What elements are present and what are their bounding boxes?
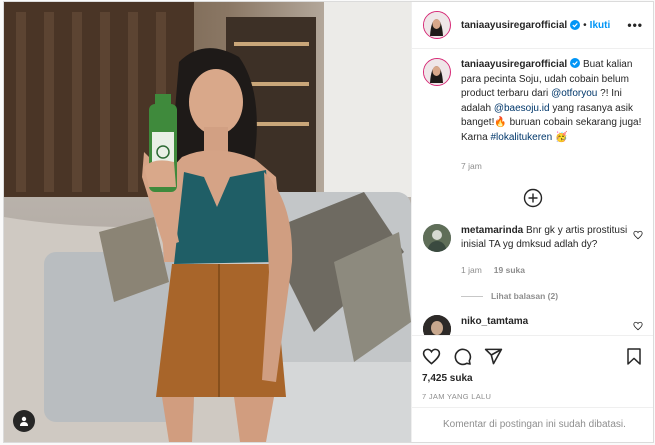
avatar[interactable] xyxy=(423,315,451,335)
comment-item: metamarinda Bnr gk y artis prostitusi in… xyxy=(423,223,643,278)
heart-icon[interactable] xyxy=(633,321,643,331)
post-header: taniaayusiregarofficial • Ikuti ••• xyxy=(412,2,653,49)
post-actions: 7,425 suka 7 JAM YANG LALU xyxy=(412,335,653,401)
post-image xyxy=(4,2,411,442)
comment-username[interactable]: niko_tamtama xyxy=(461,316,528,327)
heart-icon xyxy=(422,348,441,365)
share-icon xyxy=(484,348,503,364)
like-button[interactable] xyxy=(422,347,441,366)
comment-username[interactable]: metamarinda xyxy=(461,225,523,236)
avatar[interactable] xyxy=(423,11,451,39)
comments-list[interactable]: taniaayusiregarofficial Buat kalian para… xyxy=(412,50,653,335)
avatar[interactable] xyxy=(423,58,451,86)
comment-meta: 1 jam 19 suka xyxy=(461,263,633,278)
share-button[interactable] xyxy=(484,347,503,366)
bookmark-icon xyxy=(627,347,641,365)
likes-count[interactable]: 7,425 suka xyxy=(422,373,643,384)
view-replies-button[interactable]: Lihat balasan (2) xyxy=(461,291,643,301)
comment-body: niko_tamtama xyxy=(461,315,633,335)
post-author-username[interactable]: taniaayusiregarofficial xyxy=(461,20,567,31)
comment-time[interactable]: 1 jam xyxy=(461,265,482,275)
caption-time[interactable]: 7 jam xyxy=(461,159,643,174)
verified-icon xyxy=(570,20,581,30)
hashtag-link[interactable]: #lokalitukeren xyxy=(490,132,552,143)
separator: • xyxy=(583,19,587,31)
comment-item: niko_tamtama xyxy=(423,315,643,335)
avatar[interactable] xyxy=(423,223,451,252)
mention-link[interactable]: @baesoju.id xyxy=(494,103,550,114)
post-photo[interactable] xyxy=(4,2,411,442)
caption-username[interactable]: taniaayusiregarofficial xyxy=(461,59,567,70)
comment-body: metamarinda Bnr gk y artis prostitusi in… xyxy=(461,224,633,278)
save-button[interactable] xyxy=(625,347,643,366)
post-timestamp[interactable]: 7 JAM YANG LALU xyxy=(422,392,643,401)
mention-link[interactable]: @otforyou xyxy=(551,88,597,99)
more-options-button[interactable]: ••• xyxy=(627,18,643,32)
load-more-comments-button[interactable] xyxy=(423,188,643,210)
comment-button[interactable] xyxy=(453,347,472,366)
comment-icon xyxy=(454,348,472,365)
heart-icon[interactable] xyxy=(633,230,643,240)
verified-icon xyxy=(570,58,581,68)
post-sidebar: taniaayusiregarofficial • Ikuti ••• tani… xyxy=(411,2,653,442)
caption: taniaayusiregarofficial Buat kalian para… xyxy=(423,58,643,174)
add-circle-icon xyxy=(523,188,543,207)
post-container: taniaayusiregarofficial • Ikuti ••• tani… xyxy=(3,1,654,443)
follow-button[interactable]: Ikuti xyxy=(590,20,611,31)
user-tag-icon[interactable] xyxy=(13,410,35,432)
caption-text: 🥳 xyxy=(552,131,568,143)
action-bar xyxy=(422,344,643,368)
comment-likes[interactable]: 19 suka xyxy=(494,265,525,275)
caption-body: taniaayusiregarofficial Buat kalian para… xyxy=(461,58,643,174)
comments-disabled-notice: Komentar di postingan ini sudah dibatasi… xyxy=(412,407,653,442)
